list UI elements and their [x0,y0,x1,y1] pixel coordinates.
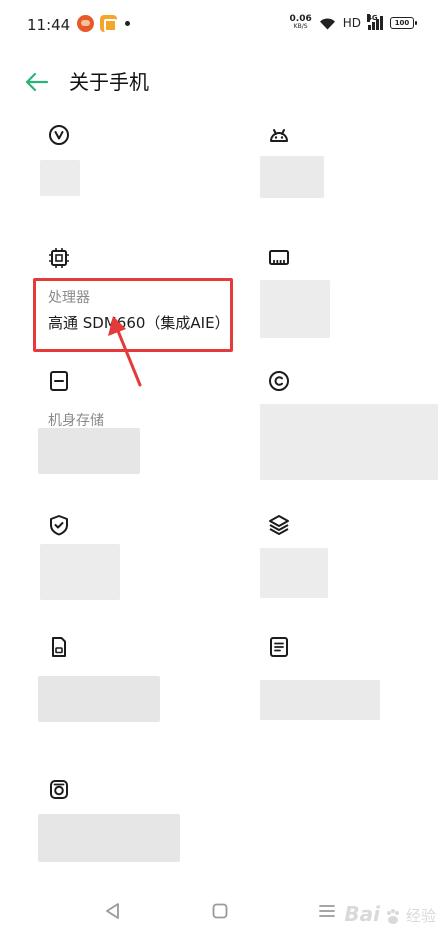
version-icon [49,125,69,145]
network-speed-value: 0.06 [289,14,312,24]
blurred-content [260,280,330,338]
page-title: 关于手机 [69,70,149,94]
hd-voice-indicator: HD [342,16,361,30]
android-icon [270,129,288,142]
paw-logo-icon [386,909,399,924]
more-notifications-dot-icon [125,21,130,26]
blurred-content [260,548,328,598]
signal-strength-icon: 4G [367,14,383,30]
blurred-content [260,680,380,720]
shield-icon [50,515,68,536]
signal-type: 4G [367,14,378,22]
blurred-content [38,814,180,862]
about-phone-screen: 11:44 0.06 KB/S HD 4G 100 关于手机 处理器 高通 SD… [0,0,446,938]
storage-icon [50,371,68,391]
status-bar: 11:44 0.06 KB/S HD 4G 100 [0,0,446,52]
network-speed-unit: KB/S [293,23,308,30]
back-button[interactable] [22,68,52,96]
status-indicators: 0.06 KB/S HD 4G 100 [290,14,417,31]
ram-icon [269,250,289,265]
watermark-brand: Bai [344,902,380,926]
blurred-content [40,544,120,600]
battery-icon: 100 [390,17,417,29]
camera-icon [50,780,68,799]
app-notification-icon [100,15,117,32]
chip-icon [49,248,69,268]
battery-level: 100 [394,19,410,27]
notification-icons [77,15,130,32]
watermark: Bai 经验 [344,902,436,926]
watermark-suffix: 经验 [405,907,436,925]
app-notification-icon [77,15,94,32]
nav-back-button[interactable] [104,902,122,920]
sim-card-icon [52,637,66,657]
status-time: 11:44 [27,16,71,34]
copyright-icon [269,371,289,391]
blurred-content [260,404,438,480]
network-speed: 0.06 KB/S [290,15,312,31]
nav-home-button[interactable] [212,903,228,919]
document-icon [270,637,288,657]
annotation-arrow-icon [108,316,142,387]
blurred-content [260,156,324,198]
back-arrow-icon [25,72,49,92]
layers-icon [269,515,289,535]
wifi-icon [319,17,335,29]
storage-label: 机身存储 [48,413,104,429]
nav-recent-apps-button[interactable] [318,902,336,920]
blurred-content [38,428,140,474]
blurred-content [38,676,160,722]
blurred-content [40,160,80,196]
